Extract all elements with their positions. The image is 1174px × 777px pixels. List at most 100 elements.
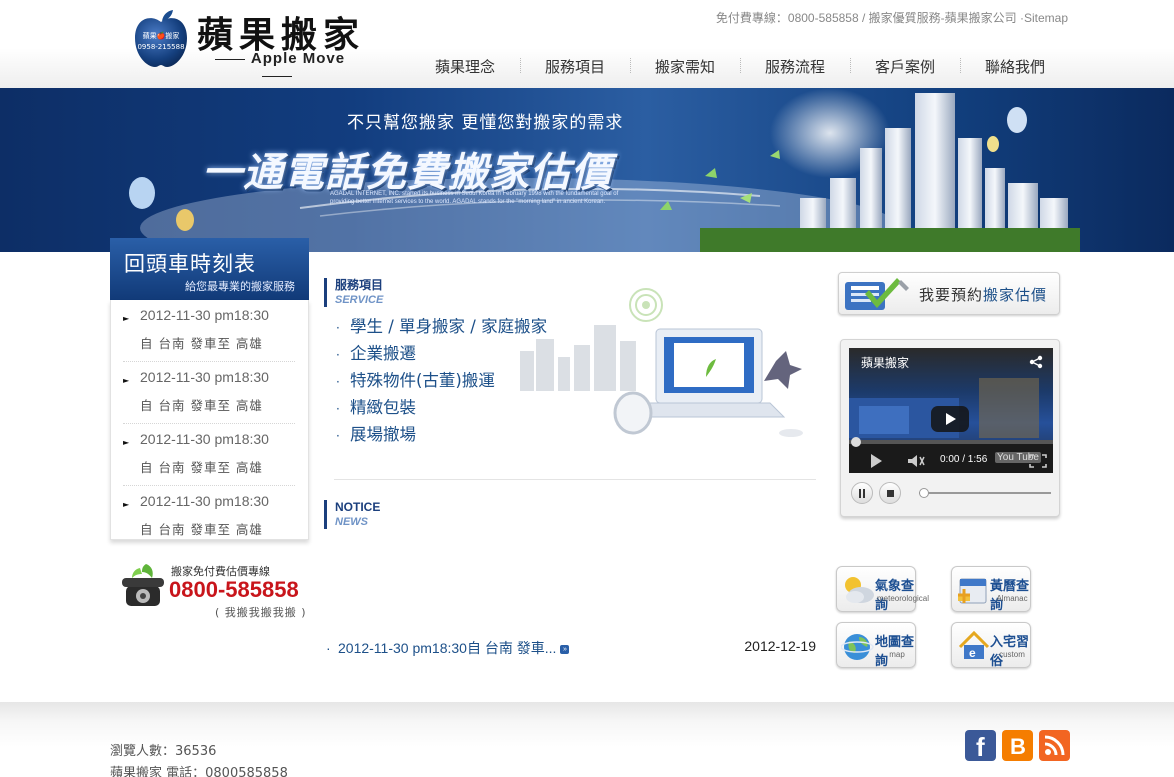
schedule-list: ► 2012-11-30 pm18:30 自 台南 發車至 高雄 ► 2012-…: [110, 300, 309, 540]
book-estimate-label: 我要預約搬家估價: [919, 284, 1047, 305]
arrow-right-icon: ►: [123, 376, 130, 385]
schedule-title: 回頭車時刻表: [124, 252, 256, 276]
service-label: 特殊物件(古董)搬運: [350, 371, 495, 390]
news-item-text: 2012-11-30 pm18:30自 台南 發車...: [338, 640, 557, 656]
seek-slider-knob[interactable]: [919, 488, 929, 498]
book-estimate-highlight: 搬家估價: [983, 286, 1048, 304]
schedule-item[interactable]: ► 2012-11-30 pm18:30 自 台南 發車至 高雄: [123, 300, 295, 362]
map-query-button[interactable]: 地圖查詢 map: [836, 622, 916, 669]
stop-button[interactable]: [879, 482, 901, 504]
book-estimate-prefix: 我要預約: [919, 286, 984, 304]
site-footer: 瀏覽人數：36536 蘋果搬家 電話：0800585858 f B: [0, 702, 1174, 777]
main-nav: 蘋果理念 服務項目 搬家需知 服務流程 客戶案例 聯絡我們: [410, 56, 1070, 78]
service-label: 企業搬遷: [350, 344, 416, 363]
schedule-route: 自 台南 發車至 高雄: [140, 398, 263, 413]
schedule-date: 2012-11-30 pm18:30: [140, 369, 269, 385]
more-icon[interactable]: »: [560, 644, 570, 654]
housewarming-custom-sub: custom: [999, 650, 1025, 659]
service-label: 展場撤場: [350, 425, 416, 444]
arrow-right-icon: ►: [123, 438, 130, 447]
svg-text:e: e: [969, 646, 976, 660]
almanac-icon: [958, 578, 987, 604]
telephone-icon: [122, 564, 164, 606]
video-widget: 蘋果搬家 0:00 / 1:56 You Tube: [840, 339, 1060, 517]
top-info-bar: 免付費專線：0800-585858 / 搬家優質服務-蘋果搬家公司 ·Sitem…: [715, 11, 1068, 25]
section-divider: [334, 479, 816, 480]
housewarming-custom-button[interactable]: e 入宅習俗 custom: [951, 622, 1031, 669]
services-heading-en: SERVICE: [335, 294, 384, 306]
schedule-subtitle: 給您最專業的搬家服務: [185, 280, 295, 293]
news-heading-news: NEWS: [335, 516, 368, 528]
schedule-item[interactable]: ► 2012-11-30 pm18:30 自 台南 發車至 高雄: [123, 362, 295, 424]
logo-badge-line1: 蘋果🍎搬家: [142, 32, 180, 40]
news-item-date: 2012-12-19: [744, 638, 816, 654]
nav-item-services[interactable]: 服務項目: [520, 56, 630, 78]
banner-tagline: 不只幫您搬家 更懂您對搬家的需求: [347, 113, 624, 133]
play-icon: [946, 413, 956, 425]
logo-subtitle: Apple Move: [194, 50, 360, 84]
nav-item-contact[interactable]: 聯絡我們: [960, 56, 1070, 78]
rss-icon[interactable]: [1039, 730, 1070, 761]
schedule-route: 自 台南 發車至 高雄: [140, 460, 263, 475]
video-play-icon[interactable]: [871, 454, 882, 468]
schedule-date: 2012-11-30 pm18:30: [140, 307, 269, 323]
schedule-item[interactable]: ► 2012-11-30 pm18:30 自 台南 發車至 高雄: [123, 424, 295, 486]
weather-query-button[interactable]: 氣象查詢 meteorological: [836, 566, 930, 613]
globe-icon: [841, 634, 874, 660]
fullscreen-icon[interactable]: [1029, 454, 1047, 468]
visitor-count: 瀏覽人數：36536: [110, 744, 217, 759]
services-heading-cn: 服務項目: [335, 278, 384, 292]
logo-badge-text: 蘋果🍎搬家 0958-215588: [135, 31, 187, 53]
arrow-right-icon: ►: [123, 500, 130, 509]
logo-badge-line2: 0958-215588: [137, 43, 185, 51]
share-icon[interactable]: [1029, 355, 1043, 369]
site-header: 蘋果🍎搬家 0958-215588 蘋果搬家 Apple Move 免付費專線：…: [0, 0, 1174, 88]
logo-subtitle-text: Apple Move: [250, 50, 346, 67]
news-item-text-wrap: · 2012-11-30 pm18:30自 台南 發車...»: [326, 638, 570, 658]
play-button[interactable]: [931, 406, 969, 432]
hotline-number[interactable]: 0800-585858: [169, 577, 299, 603]
nav-item-philosophy[interactable]: 蘋果理念: [410, 56, 520, 78]
schedule-date: 2012-11-30 pm18:30: [140, 493, 269, 509]
weather-icon: [845, 577, 874, 603]
schedule-header: 回頭車時刻表 給您最專業的搬家服務: [110, 238, 309, 300]
bullet-icon: ·: [336, 375, 340, 389]
pause-icon: [859, 489, 865, 498]
facebook-icon[interactable]: f: [965, 730, 996, 762]
hero-banner: 不只幫您搬家 更懂您對搬家的需求 一通電話免費搬家估價 AGADAL INTER…: [0, 88, 1174, 252]
clipboard-check-icon: [845, 278, 909, 310]
hotline-note: ( 我搬我搬我搬 ): [215, 606, 307, 619]
video-title: 蘋果搬家: [861, 356, 910, 370]
nav-item-process[interactable]: 服務流程: [740, 56, 850, 78]
bullet-icon: ·: [336, 402, 340, 416]
arrow-right-icon: ►: [123, 314, 130, 323]
rss-glyph: [1044, 735, 1065, 756]
video-progress-bar[interactable]: [849, 437, 1053, 447]
book-estimate-button[interactable]: 我要預約搬家估價: [838, 272, 1060, 315]
pause-button[interactable]: [851, 482, 873, 504]
bullet-icon: ·: [336, 321, 340, 335]
laptop-illustration: [520, 288, 803, 437]
service-label: 精緻包裝: [350, 398, 416, 417]
video-time: 0:00 / 1:56: [940, 454, 988, 465]
almanac-query-sub: Almanac: [996, 594, 1028, 603]
news-item[interactable]: · 2012-11-30 pm18:30自 台南 發車...» 2012-12-1…: [326, 638, 816, 656]
nav-item-moving-notes[interactable]: 搬家需知: [630, 56, 740, 78]
services-heading: 服務項目 SERVICE: [324, 278, 383, 307]
blogger-icon[interactable]: B: [1002, 730, 1033, 761]
almanac-query-button[interactable]: 黃曆查詢 Almanac: [951, 566, 1031, 613]
banner-small-print: AGADAL INTERNET, INC. started its busine…: [330, 191, 619, 205]
video-player[interactable]: 蘋果搬家 0:00 / 1:56 You Tube: [849, 348, 1053, 473]
map-query-sub: map: [889, 650, 905, 659]
schedule-item[interactable]: ► 2012-11-30 pm18:30 自 台南 發車至 高雄: [123, 486, 295, 548]
news-heading: NOTICE NEWS: [324, 500, 380, 529]
seek-slider[interactable]: [919, 488, 1051, 498]
weather-query-sub: meteorological: [877, 594, 930, 603]
hotline-box[interactable]: 搬家免付費估價專線 0800-585858 ( 我搬我搬我搬 ): [120, 558, 310, 628]
video-progress-knob[interactable]: [851, 437, 861, 447]
house-icon: e: [958, 630, 990, 660]
nav-item-cases[interactable]: 客戶案例: [850, 56, 960, 78]
volume-icon[interactable]: [907, 454, 925, 468]
bullet-icon: ·: [336, 429, 340, 443]
bullet-icon: ·: [336, 348, 340, 362]
